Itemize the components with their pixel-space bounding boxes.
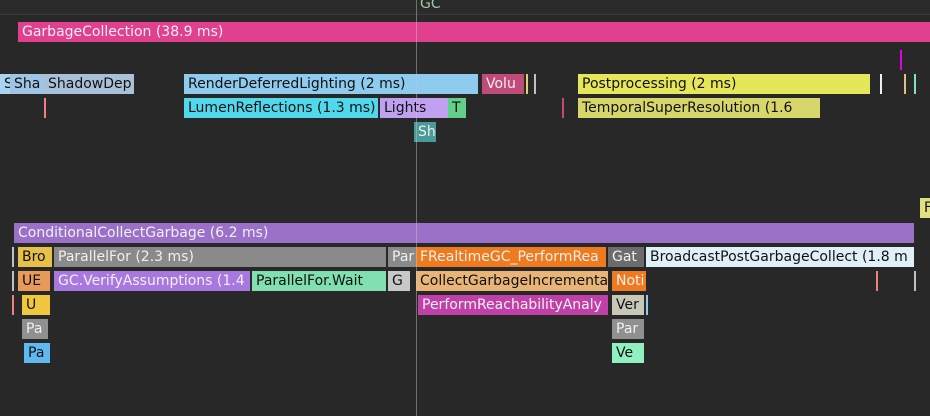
- event-s[interactable]: S: [0, 74, 10, 94]
- event-garbage-collection[interactable]: GarbageCollection (38.9 ms): [18, 22, 930, 42]
- event-postprocessing[interactable]: Postprocessing (2 ms): [578, 74, 870, 94]
- event-par-2[interactable]: Par: [612, 319, 644, 339]
- event-pa-2[interactable]: Pa: [24, 343, 50, 363]
- event-t[interactable]: T: [448, 98, 466, 118]
- row-separator: [0, 14, 930, 15]
- event-conditional-collect-garbage[interactable]: ConditionalCollectGarbage (6.2 ms): [14, 223, 914, 243]
- event-sha[interactable]: Sha: [10, 74, 44, 94]
- event-parallel-for[interactable]: ParallelFor (2.3 ms): [54, 247, 386, 267]
- event-tick[interactable]: [12, 247, 14, 267]
- event-sh[interactable]: Sh: [414, 122, 436, 142]
- event-tick[interactable]: [646, 295, 648, 315]
- event-bro[interactable]: Bro: [18, 247, 52, 267]
- event-tick[interactable]: [900, 50, 902, 70]
- event-tick[interactable]: [534, 74, 536, 94]
- event-temporal-super-resolution[interactable]: TemporalSuperResolution (1.6: [578, 98, 820, 118]
- event-ver[interactable]: Ver: [612, 295, 644, 315]
- event-noti[interactable]: Noti: [612, 271, 646, 291]
- event-par[interactable]: Par: [388, 247, 416, 267]
- event-ve[interactable]: Ve: [612, 343, 644, 363]
- event-broadcast-post-gc[interactable]: BroadcastPostGarbageCollect (1.8 m: [646, 247, 914, 267]
- event-parallel-for-wait[interactable]: ParallelFor.Wait: [252, 271, 386, 291]
- event-tick[interactable]: [12, 271, 14, 291]
- timing-cursor-line[interactable]: [416, 0, 417, 416]
- event-tick[interactable]: [12, 295, 14, 315]
- event-tick[interactable]: [914, 74, 916, 94]
- event-shadow-dep[interactable]: ShadowDep: [44, 74, 134, 94]
- event-render-deferred-lighting[interactable]: RenderDeferredLighting (2 ms): [184, 74, 478, 94]
- event-lumen-reflections[interactable]: LumenReflections (1.3 ms): [184, 98, 378, 118]
- event-tick[interactable]: [876, 271, 878, 291]
- event-gc-verify-assumptions[interactable]: GC.VerifyAssumptions (1.4: [54, 271, 250, 291]
- event-tick[interactable]: [44, 98, 46, 118]
- event-lights[interactable]: Lights: [380, 98, 448, 118]
- event-tick[interactable]: [904, 74, 906, 94]
- event-gat[interactable]: Gat: [608, 247, 644, 267]
- timer-header-row: [0, 0, 930, 14]
- event-volu[interactable]: Volu: [482, 74, 524, 94]
- event-collect-garbage-incremental[interactable]: CollectGarbageIncrementa: [416, 271, 608, 291]
- event-perform-reachability[interactable]: PerformReachabilityAnaly: [418, 295, 608, 315]
- event-pa-1[interactable]: Pa: [22, 319, 48, 339]
- event-u[interactable]: U: [22, 295, 50, 315]
- event-tick[interactable]: [562, 98, 564, 118]
- event-f[interactable]: F: [920, 198, 930, 218]
- event-tick[interactable]: [526, 74, 528, 94]
- event-g[interactable]: G: [388, 271, 410, 291]
- event-tick[interactable]: [914, 271, 916, 291]
- event-ue[interactable]: UE: [18, 271, 50, 291]
- timer-label: GC: [420, 0, 441, 12]
- event-tick[interactable]: [880, 74, 882, 94]
- event-frealtime-gc[interactable]: FRealtimeGC_PerformRea: [416, 247, 606, 267]
